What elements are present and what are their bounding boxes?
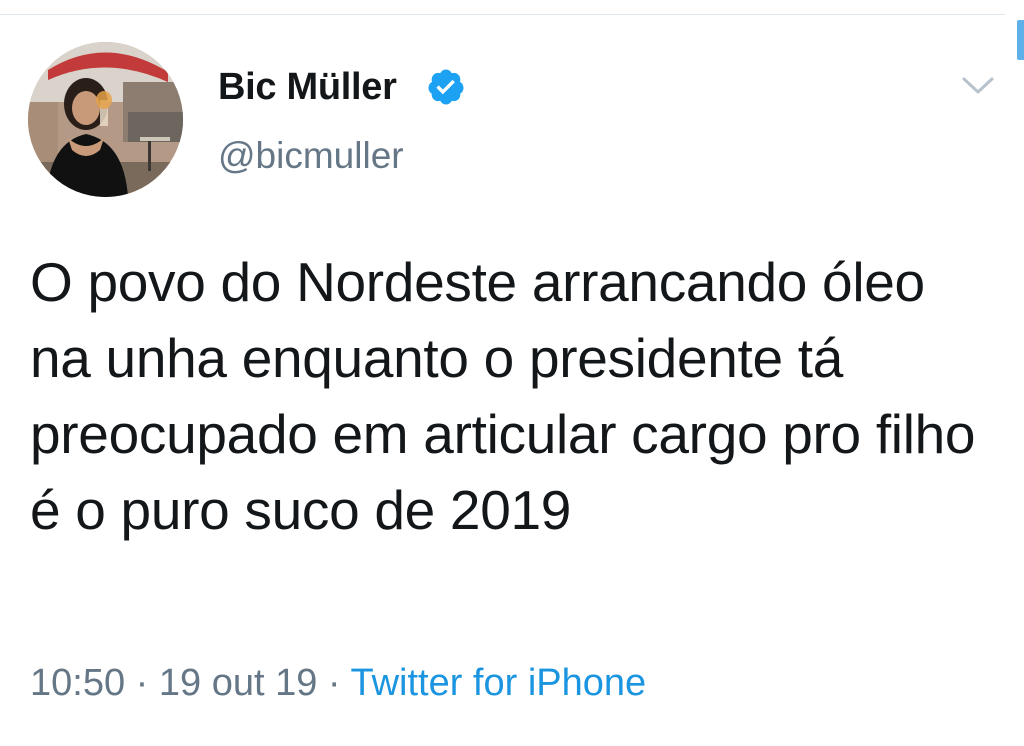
verified-badge-icon [428,69,464,105]
chevron-down-icon[interactable] [958,70,998,100]
meta-separator: · [317,662,351,704]
avatar[interactable] [28,42,183,197]
tweet-date[interactable]: 19 out 19 [159,662,317,704]
tweet-time[interactable]: 10:50 [30,662,125,704]
tweet-meta: 10:50 · 19 out 19 · Twitter for iPhone [30,658,646,708]
tweet-source-link[interactable]: Twitter for iPhone [350,662,646,704]
display-name[interactable]: Bic Müller [218,64,397,110]
divider [0,14,1005,15]
tweet-card: Bic Müller @bicmuller O povo do Nordeste… [0,0,1024,746]
scrollbar-thumb[interactable] [1017,20,1024,60]
user-handle[interactable]: @bicmuller [218,133,404,179]
profile-photo-icon [28,42,183,197]
meta-separator: · [125,662,159,704]
tweet-text: O povo do Nordeste arrancando óleo na un… [30,251,976,541]
